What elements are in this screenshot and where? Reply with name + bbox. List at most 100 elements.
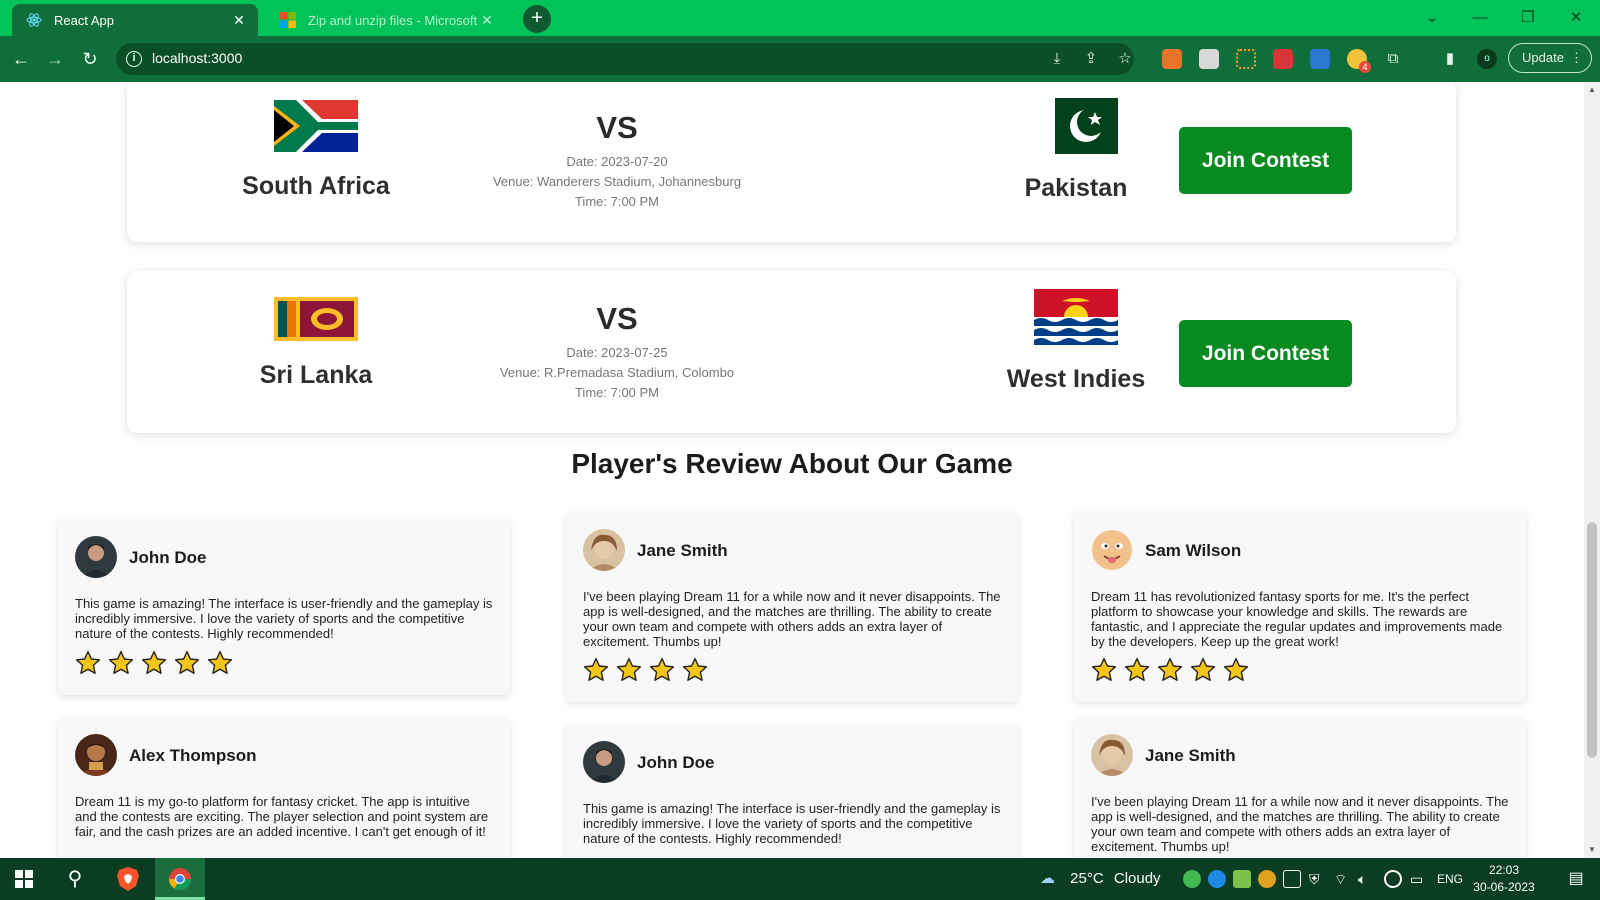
review-text: This game is amazing! The interface is u… xyxy=(583,801,1001,846)
match-info: VS Date: 2023-07-25 Venue: R.Premadasa S… xyxy=(467,301,767,403)
reviewer-name: John Doe xyxy=(129,548,207,567)
avatar[interactable]: o xyxy=(1477,49,1497,69)
vs-label: VS xyxy=(596,110,638,145)
extension-icon[interactable] xyxy=(1236,49,1256,69)
tray-app-icon[interactable] xyxy=(1384,870,1402,888)
notification-icon[interactable]: ▤ xyxy=(1552,858,1600,900)
page-viewport: South Africa VS Date: 2023-07-20 Venue: … xyxy=(0,82,1584,858)
star-icon xyxy=(75,650,101,674)
star-icon xyxy=(1124,657,1150,681)
edge-icon[interactable] xyxy=(1208,870,1226,888)
star-rating xyxy=(75,650,240,676)
weather-temp: 25°C xyxy=(1070,870,1104,887)
review-card: Jane Smith I've been playing Dream 11 fo… xyxy=(1074,717,1526,858)
bookmark-star-icon[interactable]: ☆ xyxy=(1116,50,1134,68)
system-clock[interactable]: 22:03 30-06-2023 xyxy=(1472,862,1536,896)
restore-icon[interactable]: ❐ xyxy=(1508,4,1548,32)
reviewer-name: Jane Smith xyxy=(637,541,728,560)
metamask-icon[interactable] xyxy=(1162,49,1182,69)
avatar xyxy=(75,734,117,776)
join-contest-button[interactable]: Join Contest xyxy=(1179,320,1352,387)
site-info-icon[interactable]: i xyxy=(126,51,142,67)
shield-icon[interactable]: ⛨ xyxy=(1309,858,1320,900)
tab-search-icon[interactable]: ⌄ xyxy=(1412,4,1452,32)
search-icon[interactable]: ⚲ xyxy=(51,858,99,900)
windows-start-icon[interactable] xyxy=(0,858,48,900)
match-venue: Venue: R.Premadasa Stadium, Colombo xyxy=(499,365,735,380)
star-icon xyxy=(583,657,609,681)
volume-icon[interactable]: 🔈︎ xyxy=(1358,858,1366,900)
review-card: John Doe This game is amazing! The inter… xyxy=(566,724,1018,858)
extension-icon[interactable] xyxy=(1199,49,1219,69)
arrow-right-icon[interactable]: → xyxy=(42,46,68,72)
weather-widget[interactable]: ☁ 25°C Cloudy xyxy=(1040,858,1161,900)
review-text: This game is amazing! The interface is u… xyxy=(75,596,493,641)
avatar xyxy=(1091,529,1133,571)
scroll-down-icon[interactable]: ▼ xyxy=(1587,845,1597,855)
menu-dots-icon[interactable]: ⋮ xyxy=(1570,44,1583,72)
match-venue: Venue: Wanderers Stadium, Johannesburg xyxy=(492,174,742,189)
review-card: Jane Smith I've been playing Dream 11 fo… xyxy=(566,512,1018,702)
join-contest-button[interactable]: Join Contest xyxy=(1179,127,1352,194)
review-text: I've been playing Dream 11 for a while n… xyxy=(583,589,1001,649)
arrow-left-icon[interactable]: ← xyxy=(8,46,34,72)
tab-title: React App xyxy=(54,12,114,28)
tray-app-icon[interactable] xyxy=(1283,870,1301,888)
star-icon xyxy=(1223,657,1249,681)
extension-icon[interactable] xyxy=(1310,49,1330,69)
install-icon[interactable]: ⤓ xyxy=(1048,50,1066,68)
clock-time: 22:03 xyxy=(1488,863,1520,877)
extension-icon[interactable] xyxy=(1273,49,1293,69)
pakistan-flag-icon xyxy=(1034,98,1118,154)
match-time: Time: 7:00 PM xyxy=(574,385,660,400)
puzzle-icon[interactable]: ⧉ xyxy=(1384,50,1402,68)
tab-react-app[interactable]: React App ✕ xyxy=(12,4,258,36)
minimize-icon[interactable]: — xyxy=(1460,4,1500,32)
close-tab-icon[interactable]: ✕ xyxy=(478,12,496,29)
microsoft-icon xyxy=(280,12,296,28)
scrollbar-thumb[interactable] xyxy=(1587,522,1597,758)
chrome-icon[interactable] xyxy=(155,858,205,900)
sri-lanka-flag-icon xyxy=(274,297,358,341)
tab-zip-files[interactable]: Zip and unzip files - Microsoft ✕ xyxy=(266,4,506,36)
team-name: West Indies xyxy=(1006,365,1146,393)
tab-title: Zip and unzip files - Microsoft xyxy=(308,12,478,28)
browser-toolbar: ← → ↻ i localhost:3000 ⤓ ⇪ ☆ 4 ⧉ ▮ o Upd… xyxy=(0,36,1600,82)
star-icon xyxy=(174,650,200,674)
team-away: West Indies xyxy=(956,289,1196,394)
star-icon xyxy=(1190,657,1216,681)
share-icon[interactable]: ⇪ xyxy=(1082,50,1100,68)
cloud-icon: ☁ xyxy=(1040,870,1055,887)
wifi-icon[interactable]: ⌔ xyxy=(1334,858,1347,900)
tray-app-icon[interactable] xyxy=(1183,870,1201,888)
team-away: Pakistan xyxy=(956,98,1196,203)
scroll-up-icon[interactable]: ▲ xyxy=(1587,85,1597,95)
page-scrollbar[interactable]: ▲ ▼ xyxy=(1584,82,1600,858)
star-icon xyxy=(616,657,642,681)
tray-app-icon[interactable] xyxy=(1233,870,1251,888)
new-tab-button[interactable]: + xyxy=(523,5,551,33)
section-title: Player's Review About Our Game xyxy=(571,448,1013,479)
reviewer-name: John Doe xyxy=(637,753,715,772)
reload-icon[interactable]: ↻ xyxy=(77,46,103,72)
address-bar[interactable]: i localhost:3000 ⤓ ⇪ ☆ xyxy=(116,43,1134,75)
avatar xyxy=(583,529,625,571)
language-indicator[interactable]: ENG xyxy=(1437,858,1463,900)
review-card: Sam Wilson Dream 11 has revolutionized f… xyxy=(1074,512,1526,702)
match-info: VS Date: 2023-07-20 Venue: Wanderers Sta… xyxy=(467,110,767,212)
update-button[interactable]: Update ⋮ xyxy=(1508,43,1592,73)
star-icon xyxy=(649,657,675,681)
chrome-tray-icon[interactable] xyxy=(1258,870,1276,888)
url-text[interactable]: localhost:3000 xyxy=(152,50,242,66)
close-window-icon[interactable]: ✕ xyxy=(1556,4,1596,32)
vs-label: VS xyxy=(596,301,638,336)
extension-icon[interactable]: 4 xyxy=(1347,49,1371,73)
side-panel-icon[interactable]: ▮ xyxy=(1441,50,1459,68)
team-home: South Africa xyxy=(196,100,436,201)
star-icon xyxy=(108,650,134,674)
brave-browser-icon[interactable] xyxy=(104,858,152,900)
battery-icon[interactable]: ▭ xyxy=(1410,858,1423,900)
match-card: Sri Lanka VS Date: 2023-07-25 Venue: R.P… xyxy=(127,271,1456,433)
close-tab-icon[interactable]: ✕ xyxy=(230,12,248,29)
match-card: South Africa VS Date: 2023-07-20 Venue: … xyxy=(127,82,1456,242)
